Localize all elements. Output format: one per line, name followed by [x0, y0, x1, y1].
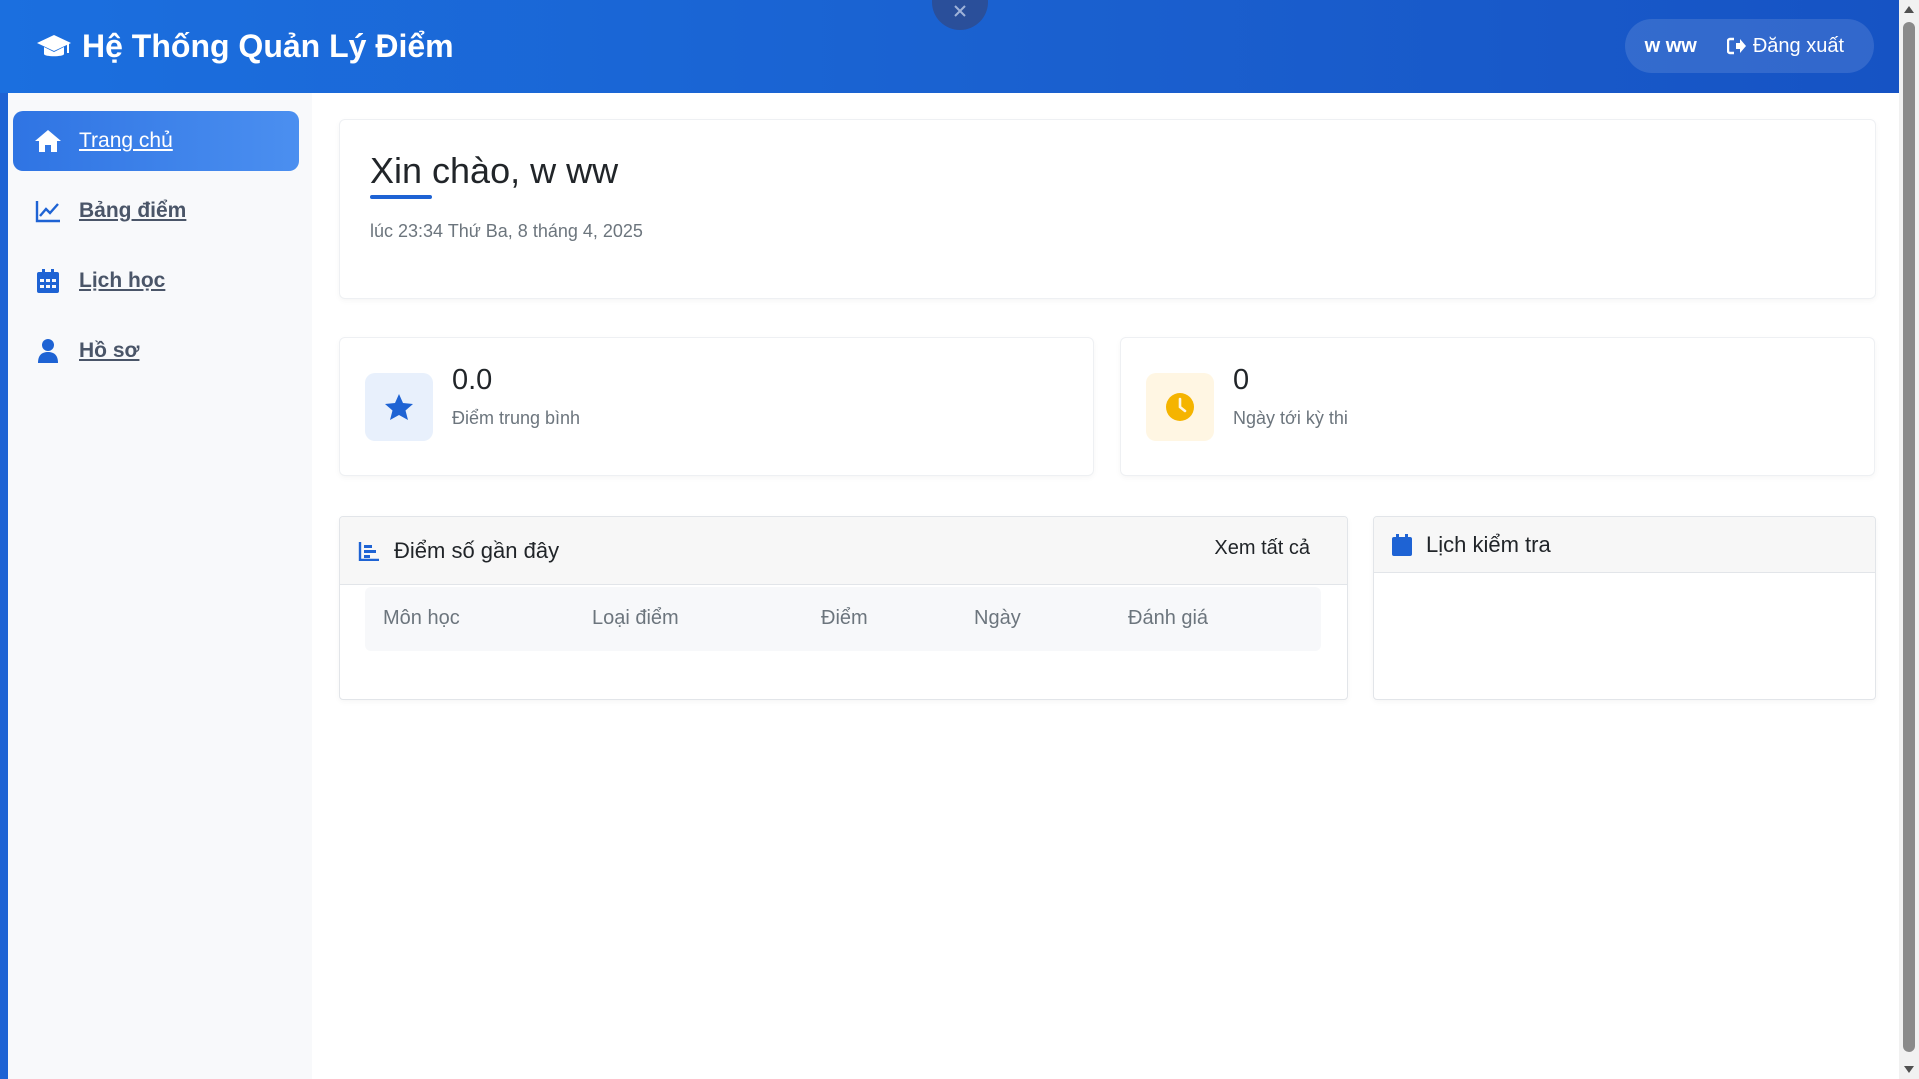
close-button[interactable]: [932, 0, 988, 30]
sidebar-item-label: Lịch học: [79, 269, 166, 292]
sidebar-item-schedule[interactable]: Lịch học: [13, 251, 299, 311]
scroll-up-icon[interactable]: [1904, 6, 1914, 13]
stat-value: 0.0: [452, 364, 493, 396]
stat-card-average: 0.0 Điểm trung bình: [339, 337, 1094, 476]
stat-label: Ngày tới kỳ thi: [1233, 408, 1348, 428]
panel-title: Điểm số gần đây: [394, 537, 560, 563]
calendar-icon: [33, 268, 63, 294]
logout-label: Đăng xuất: [1752, 34, 1844, 57]
title-underline: [370, 195, 432, 199]
scrollbar-thumb[interactable]: [1903, 22, 1915, 1052]
welcome-card: Xin chào, w ww lúc 23:34 Thứ Ba, 8 tháng…: [339, 119, 1876, 299]
sidebar-item-grades[interactable]: Bảng điểm: [13, 181, 299, 241]
sidebar-item-profile[interactable]: Hồ sơ: [13, 321, 299, 381]
scroll-down-icon[interactable]: [1904, 1066, 1914, 1073]
chart-line-icon: [33, 199, 63, 223]
stat-card-exam-days: 0 Ngày tới kỳ thi: [1120, 337, 1875, 476]
clock-icon: [1146, 373, 1214, 441]
user-name[interactable]: w ww: [1645, 35, 1697, 58]
exam-schedule-panel: Lịch kiểm tra: [1373, 516, 1876, 700]
sidebar: Trang chủ Bảng điểm Lịch học Hồ sơ: [8, 93, 312, 1079]
logout-button[interactable]: Đăng xuất: [1726, 34, 1844, 58]
stat-label: Điểm trung bình: [452, 408, 581, 428]
user-icon: [33, 338, 63, 364]
column-header-rating[interactable]: Đánh giá: [1128, 607, 1208, 630]
sign-out-icon: [1726, 37, 1746, 55]
column-header-type[interactable]: Loại điểm: [592, 607, 679, 630]
current-datetime: lúc 23:34 Thứ Ba, 8 tháng 4, 2025: [370, 221, 643, 241]
calendar-icon: [1392, 533, 1412, 556]
home-icon: [33, 128, 63, 154]
sidebar-item-home[interactable]: Trang chủ: [13, 111, 299, 171]
view-all-link[interactable]: Xem tất cả: [1214, 537, 1310, 560]
sidebar-item-label: Trang chủ: [79, 129, 173, 152]
app-brand[interactable]: Hệ Thống Quản Lý Điểm: [36, 28, 454, 65]
recent-grades-header: Điểm số gần đây Xem tất cả: [340, 517, 1347, 585]
stat-value: 0: [1233, 364, 1250, 396]
sidebar-item-label: Bảng điểm: [79, 199, 187, 222]
star-icon: [365, 373, 433, 441]
sidebar-item-label: Hồ sơ: [79, 339, 140, 362]
panel-title: Lịch kiểm tra: [1426, 531, 1551, 557]
chart-bar-icon: [358, 541, 379, 561]
recent-grades-panel: Điểm số gần đây Xem tất cả Môn học Loại …: [339, 516, 1348, 700]
close-icon: [954, 5, 966, 17]
greeting-title: Xin chào, w ww: [370, 150, 619, 191]
column-header-date[interactable]: Ngày: [974, 607, 1021, 630]
column-header-subject[interactable]: Môn học: [383, 607, 460, 630]
graduation-cap-icon: [37, 34, 71, 56]
top-header: Hệ Thống Quản Lý Điểm w ww Đăng xuất: [0, 0, 1899, 93]
app-title: Hệ Thống Quản Lý Điểm: [82, 28, 454, 64]
user-menu: w ww Đăng xuất: [1624, 19, 1874, 73]
column-header-score[interactable]: Điểm: [821, 607, 868, 630]
window-left-edge: [0, 0, 8, 1079]
exam-schedule-header: Lịch kiểm tra: [1374, 517, 1875, 573]
grades-table-header: Môn học Loại điểm Điểm Ngày Đánh giá: [365, 587, 1321, 651]
page-scrollbar[interactable]: [1899, 0, 1919, 1079]
